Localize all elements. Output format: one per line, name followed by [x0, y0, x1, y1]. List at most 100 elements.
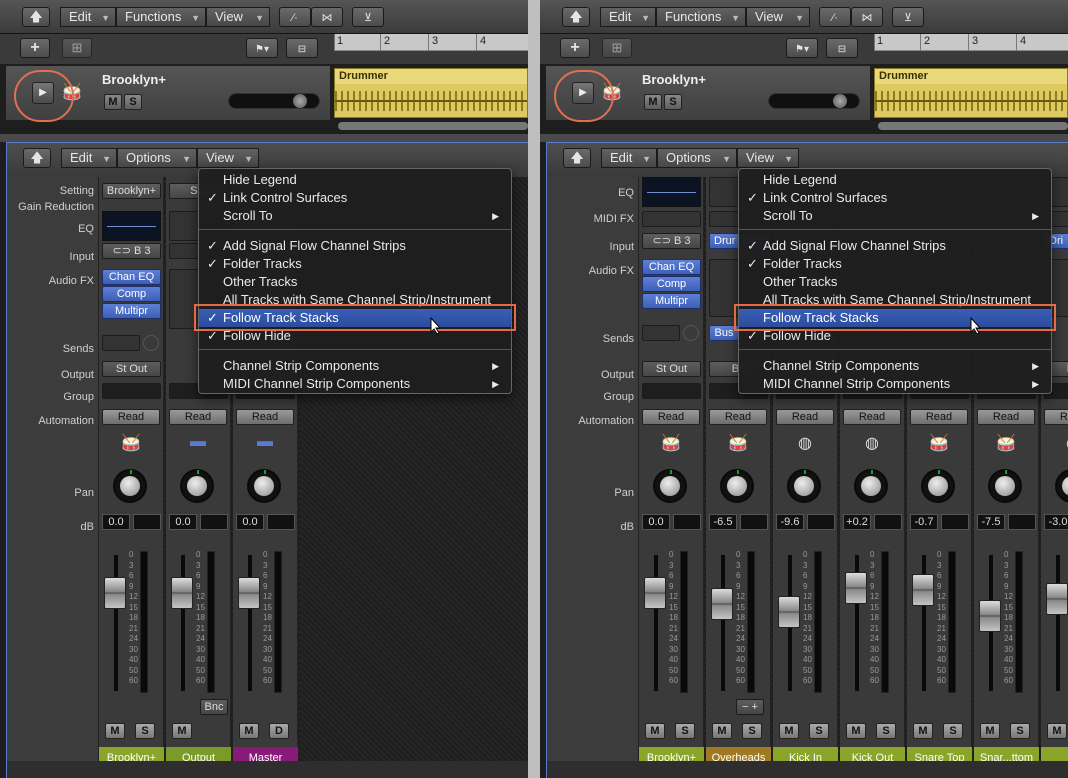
track-name[interactable]: Brooklyn+: [102, 72, 166, 87]
mixer-options-menu[interactable]: Options ▼: [657, 148, 737, 168]
add-track-button[interactable]: +: [560, 38, 590, 58]
volume-fader[interactable]: [778, 596, 800, 629]
mute-button[interactable]: M: [645, 723, 665, 739]
volume-fader[interactable]: [912, 574, 934, 607]
pan-knob[interactable]: [180, 469, 214, 503]
group-slot[interactable]: [642, 383, 701, 399]
midi-fx-slot[interactable]: [642, 211, 701, 227]
drummer-region[interactable]: Drummer: [874, 68, 1068, 118]
add-track-button[interactable]: +: [20, 38, 50, 58]
setting-button[interactable]: Brooklyn+: [102, 183, 161, 199]
volume-db-value[interactable]: 0.0: [102, 514, 130, 530]
functions-menu-button[interactable]: Functions ▼: [656, 7, 746, 27]
menu-item-scroll-to[interactable]: Scroll To ▶: [199, 207, 511, 225]
slider-knob[interactable]: [833, 94, 847, 108]
track-volume-slider[interactable]: [228, 93, 320, 109]
menu-item-link-control-surfaces[interactable]: ✓ Link Control Surfaces: [739, 189, 1051, 207]
mixer-edit-menu[interactable]: Edit ▼: [61, 148, 117, 168]
volume-fader[interactable]: [1046, 582, 1068, 615]
view-menu-button[interactable]: View ▼: [746, 7, 810, 27]
pan-knob[interactable]: [720, 469, 754, 503]
up-arrow-button[interactable]: 🡅: [562, 7, 590, 27]
mixer-up-button[interactable]: 🡅: [23, 148, 51, 168]
volume-fader[interactable]: [238, 577, 260, 610]
automation-read-button[interactable]: Read: [843, 409, 901, 425]
send-slot[interactable]: [642, 325, 680, 341]
menu-item-midi-channel-strip-components[interactable]: MIDI Channel Strip Components ▶: [199, 375, 511, 393]
menu-item-scroll-to[interactable]: Scroll To ▶: [739, 207, 1051, 225]
crossfade-button[interactable]: ⋈: [851, 7, 883, 27]
solo-button[interactable]: S: [135, 723, 155, 739]
audio-fx-slot[interactable]: Multipr: [642, 293, 701, 309]
mute-button[interactable]: M: [779, 723, 799, 739]
edit-menu-button[interactable]: Edit ▼: [600, 7, 656, 27]
dim-button[interactable]: D: [269, 723, 289, 739]
volume-db-value[interactable]: -6.5: [709, 514, 737, 530]
crossfade-button[interactable]: ⋈: [311, 7, 343, 27]
pan-knob[interactable]: [113, 469, 147, 503]
pan-knob[interactable]: [787, 469, 821, 503]
output-button[interactable]: St Out: [102, 361, 161, 377]
input-button[interactable]: ⊂⊃ B 3: [642, 233, 701, 249]
volume-db-value[interactable]: -3.0: [1044, 514, 1068, 530]
automation-read-button[interactable]: Read: [977, 409, 1035, 425]
track-mute-button[interactable]: M: [104, 94, 122, 110]
solo-button[interactable]: S: [675, 723, 695, 739]
pan-knob[interactable]: [653, 469, 687, 503]
mixer-view-menu[interactable]: View ▼: [737, 148, 799, 168]
catch-filter-button[interactable]: ⊻: [892, 7, 924, 27]
track-solo-button[interactable]: S: [124, 94, 142, 110]
pan-knob[interactable]: [988, 469, 1022, 503]
automation-read-button[interactable]: Read: [236, 409, 294, 425]
volume-fader[interactable]: [979, 600, 1001, 633]
solo-button[interactable]: S: [943, 723, 963, 739]
bounce-button[interactable]: Bnc: [200, 699, 228, 715]
drummer-region[interactable]: Drummer: [334, 68, 528, 118]
mute-button[interactable]: M: [980, 723, 1000, 739]
mixer-view-menu[interactable]: View ▼: [197, 148, 259, 168]
audio-fx-slot[interactable]: Multipr: [102, 303, 161, 319]
mute-button[interactable]: M: [1047, 723, 1067, 739]
pan-knob[interactable]: [921, 469, 955, 503]
edit-menu-button[interactable]: Edit ▼: [60, 7, 116, 27]
mixer-up-button[interactable]: 🡅: [563, 148, 591, 168]
new-track-stack-button[interactable]: ⊞: [62, 38, 92, 58]
collapse-button[interactable]: ⊟: [286, 38, 318, 58]
functions-menu-button[interactable]: Functions ▼: [116, 7, 206, 27]
track-volume-slider[interactable]: [768, 93, 860, 109]
pan-knob[interactable]: [854, 469, 888, 503]
audio-fx-slot[interactable]: Chan EQ: [102, 269, 161, 285]
automation-read-button[interactable]: Read: [1044, 409, 1068, 425]
volume-db-value[interactable]: 0.0: [642, 514, 670, 530]
volume-fader[interactable]: [711, 587, 733, 620]
automation-read-button[interactable]: Read: [910, 409, 968, 425]
volume-db-value[interactable]: 0.0: [236, 514, 264, 530]
mute-button[interactable]: M: [913, 723, 933, 739]
track-name[interactable]: Brooklyn+: [642, 72, 706, 87]
volume-fader[interactable]: [845, 571, 867, 604]
audio-fx-slot[interactable]: Comp: [102, 286, 161, 302]
solo-button[interactable]: S: [876, 723, 896, 739]
automation-curve-button[interactable]: ⁄·: [279, 7, 311, 27]
automation-read-button[interactable]: Read: [709, 409, 767, 425]
mixer-edit-menu[interactable]: Edit ▼: [601, 148, 657, 168]
new-track-stack-button[interactable]: ⊞: [602, 38, 632, 58]
horizontal-scrollbar[interactable]: [878, 122, 1068, 130]
track-mute-button[interactable]: M: [644, 94, 662, 110]
flag-button[interactable]: ⚑▾: [786, 38, 818, 58]
menu-item-hide-legend[interactable]: Hide Legend: [739, 171, 1051, 189]
track-solo-button[interactable]: S: [664, 94, 682, 110]
menu-item-folder-tracks[interactable]: ✓ Folder Tracks: [739, 255, 1051, 273]
automation-read-button[interactable]: Read: [642, 409, 700, 425]
volume-fader[interactable]: [171, 577, 193, 610]
automation-read-button[interactable]: Read: [102, 409, 160, 425]
mute-button[interactable]: M: [846, 723, 866, 739]
volume-db-value[interactable]: -9.6: [776, 514, 804, 530]
timeline-ruler[interactable]: 1 2 3 4: [334, 34, 528, 51]
input-button[interactable]: ⊂⊃ B 3: [102, 243, 161, 259]
mixer-options-menu[interactable]: Options ▼: [117, 148, 197, 168]
eq-display[interactable]: [642, 177, 701, 207]
menu-item-folder-tracks[interactable]: ✓ Folder Tracks: [199, 255, 511, 273]
menu-item-other-tracks[interactable]: Other Tracks: [739, 273, 1051, 291]
volume-db-value[interactable]: +0.2: [843, 514, 871, 530]
